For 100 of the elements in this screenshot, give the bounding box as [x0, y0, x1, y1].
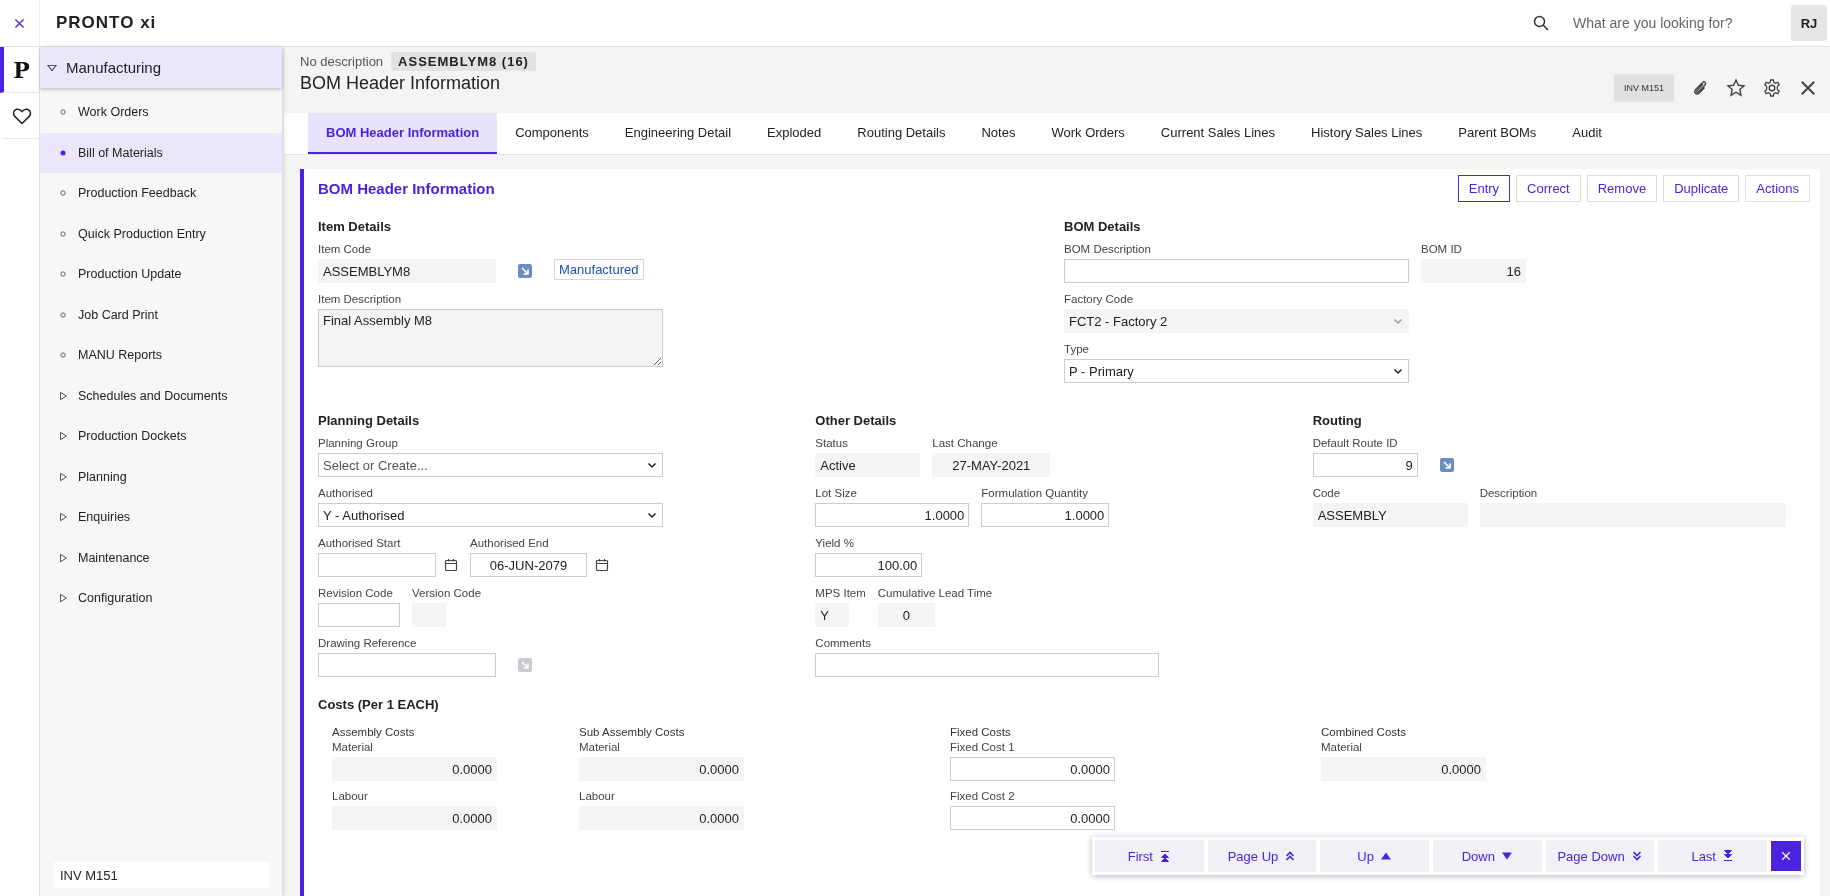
tab[interactable]: Exploded: [749, 113, 840, 154]
field-label: Item Code: [318, 243, 373, 255]
nav-button[interactable]: Page Down: [1545, 840, 1655, 872]
arrow-icon[interactable]: [1439, 458, 1454, 472]
menu-item[interactable]: Bill of Materials: [40, 132, 282, 173]
readonly-field: ASSEMBLY: [1312, 503, 1468, 527]
search-field[interactable]: What are you looking for?: [1571, 14, 1771, 32]
tab[interactable]: BOM Header Information: [308, 113, 498, 154]
field-label: Default Route ID: [1312, 437, 1399, 449]
bullet-icon: [58, 309, 68, 320]
star-icon[interactable]: [1726, 78, 1746, 98]
action-button[interactable]: Actions: [1745, 174, 1810, 202]
nav-button[interactable]: Last: [1658, 840, 1768, 872]
dropdown-field[interactable]: Y - Authorised: [318, 503, 663, 527]
arrow-icon[interactable]: [518, 264, 532, 278]
heart-icon: [11, 105, 32, 126]
input-field[interactable]: 9: [1312, 453, 1418, 477]
tab[interactable]: Components: [497, 113, 607, 154]
input-field[interactable]: 1.0000: [815, 503, 970, 527]
section-title: BOM Details: [1064, 219, 1142, 234]
program-tag: INV M151: [1613, 74, 1674, 102]
nav-button[interactable]: Down: [1433, 840, 1542, 872]
tab[interactable]: Current Sales Lines: [1142, 113, 1294, 154]
field-label: Yield %: [815, 537, 855, 549]
readonly-field: 0.0000: [579, 757, 744, 781]
field-label: Last Change: [932, 437, 999, 449]
menu-item[interactable]: Schedules and Documents: [40, 375, 282, 416]
date-field[interactable]: 06-JUN-2079: [470, 553, 587, 577]
tab[interactable]: Parent BOMs: [1440, 113, 1555, 154]
user-avatar[interactable]: RJ: [1791, 5, 1827, 41]
menu-item[interactable]: Production Update: [40, 254, 282, 295]
double-chevron-down-icon: [1630, 850, 1643, 862]
nav-button[interactable]: Page Up: [1207, 840, 1317, 872]
dropdown-field[interactable]: FCT2 - Factory 2: [1064, 309, 1409, 333]
page-title: BOM Header Information: [300, 73, 502, 94]
group-title: Sub Assembly Costs: [579, 726, 686, 738]
input-field[interactable]: 0.0000: [950, 757, 1115, 781]
text-area[interactable]: Final Assembly M8: [318, 309, 663, 367]
action-button[interactable]: Entry: [1457, 174, 1511, 202]
readonly-field: 16: [1421, 259, 1526, 283]
section-title: Other Details: [815, 413, 898, 428]
tab[interactable]: Notes: [963, 113, 1034, 154]
panel-title: BOM Header Information: [318, 179, 496, 197]
field-label: Factory Code: [1064, 293, 1135, 305]
input-field[interactable]: [318, 603, 400, 627]
readonly-field: Y: [815, 603, 850, 627]
tab[interactable]: Work Orders: [1033, 113, 1143, 154]
readonly-field: Active: [815, 453, 921, 477]
tab[interactable]: Routing Details: [839, 113, 964, 154]
field-label: Formulation Quantity: [981, 487, 1090, 499]
field-label: Authorised End: [470, 537, 550, 549]
readonly-field: ASSEMBLYM8: [318, 259, 496, 283]
field-label: Authorised: [318, 487, 374, 499]
record-tag: ASSEMBLYM8 (16): [391, 52, 536, 71]
menu-item[interactable]: MANU Reports: [40, 335, 282, 376]
tab[interactable]: History Sales Lines: [1293, 113, 1441, 154]
dropdown-field[interactable]: Select or Create...: [318, 453, 663, 477]
bullet-icon: [58, 228, 68, 239]
action-button[interactable]: Remove: [1586, 174, 1658, 202]
readonly-field: 0.0000: [1321, 757, 1486, 781]
type-tag[interactable]: Manufactured: [554, 259, 644, 280]
section-title: Routing: [1312, 413, 1363, 428]
bullet-icon: [58, 350, 68, 361]
readonly-field: 27-MAY-2021: [932, 453, 1051, 477]
menu-item[interactable]: Planning: [40, 456, 282, 497]
input-field[interactable]: [815, 653, 1160, 677]
readonly-field: 0.0000: [579, 806, 744, 830]
calendar-icon[interactable]: [444, 558, 458, 572]
menu-item[interactable]: Work Orders: [40, 92, 282, 133]
program-code-field[interactable]: INV M151: [54, 862, 270, 888]
settings-icon[interactable]: [1762, 78, 1782, 98]
menu-item[interactable]: Configuration: [40, 578, 282, 619]
menu-item[interactable]: Job Card Print: [40, 294, 282, 335]
dropdown-field[interactable]: P - Primary: [1064, 359, 1409, 383]
close-button[interactable]: [1771, 841, 1802, 871]
input-field[interactable]: [1064, 259, 1409, 283]
field-label: Material: [1321, 741, 1363, 753]
tab[interactable]: Audit: [1554, 113, 1620, 154]
input-field[interactable]: 1.0000: [981, 503, 1110, 527]
menu-item[interactable]: Production Dockets: [40, 416, 282, 457]
menu-item[interactable]: Maintenance: [40, 537, 282, 578]
menu-item[interactable]: Quick Production Entry: [40, 213, 282, 254]
close-icon[interactable]: [1798, 78, 1818, 98]
nav-button[interactable]: Up: [1320, 840, 1429, 872]
calendar-icon[interactable]: [595, 558, 609, 572]
menu-item[interactable]: Enquiries: [40, 497, 282, 538]
readonly-field: 0.0000: [332, 806, 497, 830]
date-field[interactable]: [318, 553, 436, 577]
action-button[interactable]: Duplicate: [1663, 174, 1740, 202]
nav-button[interactable]: First: [1095, 840, 1204, 872]
search-icon[interactable]: [1533, 15, 1549, 31]
tab[interactable]: Engineering Detail: [606, 113, 750, 154]
input-field[interactable]: 0.0000: [950, 806, 1115, 830]
module-header[interactable]: Manufacturing: [40, 47, 282, 88]
input-field[interactable]: 100.00: [815, 553, 923, 577]
menu-item[interactable]: Production Feedback: [40, 173, 282, 214]
app-logo: PRONTO xi: [56, 13, 157, 33]
field-label: Labour: [579, 790, 616, 802]
input-field[interactable]: [318, 653, 496, 677]
action-button[interactable]: Correct: [1516, 174, 1581, 202]
